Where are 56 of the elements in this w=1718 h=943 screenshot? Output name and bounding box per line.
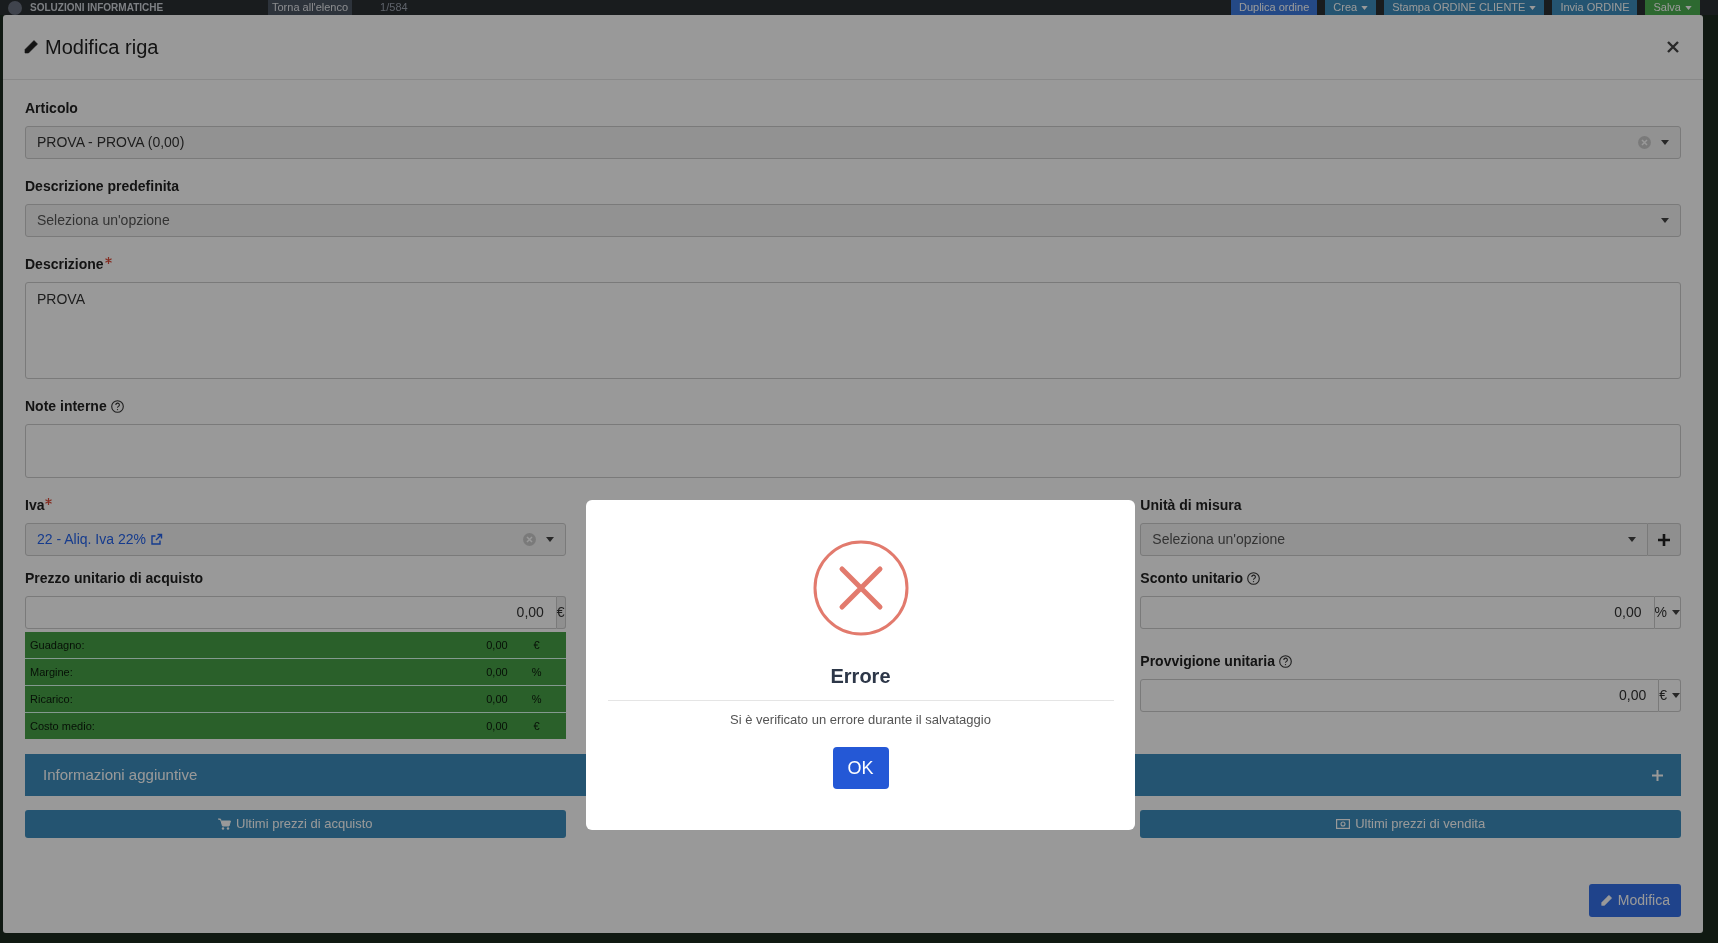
back-link[interactable]: Torna all'elenco bbox=[268, 0, 353, 15]
unit-dropdown[interactable]: % bbox=[1654, 596, 1681, 629]
margin-row: Costo medio: 0,00 € bbox=[25, 713, 566, 739]
cart-icon bbox=[218, 818, 232, 830]
caret-icon bbox=[1628, 537, 1636, 542]
field-label: Unità di misura bbox=[1140, 496, 1242, 515]
add-button[interactable] bbox=[1648, 523, 1681, 556]
external-link-icon bbox=[149, 533, 163, 546]
margin-row: Margine: 0,00 % bbox=[25, 659, 566, 685]
field-label: Note interne bbox=[25, 397, 107, 416]
toolbar-button[interactable]: Stampa ORDINE CLIENTE bbox=[1384, 0, 1545, 15]
unit-select[interactable]: Seleziona un'opzione bbox=[1140, 523, 1648, 556]
pencil-icon bbox=[1599, 894, 1613, 907]
description-field[interactable]: PROVA bbox=[25, 282, 1681, 379]
purchase-prices-button[interactable]: Ultimi prezzi di acquisto bbox=[25, 810, 566, 838]
panel-title[interactable]: Informazioni aggiuntive bbox=[43, 763, 198, 787]
commission-field[interactable]: 0,00 bbox=[1140, 679, 1660, 712]
purchase-price-field[interactable]: 0,00 bbox=[25, 596, 557, 629]
alert-message: Si è verificato un errore durante il salvataggio bbox=[730, 711, 991, 729]
field-label: Sconto unitario bbox=[1140, 569, 1243, 588]
alert-title: Errore bbox=[830, 664, 891, 688]
toolbar-button[interactable]: Crea bbox=[1325, 0, 1377, 15]
logo-icon bbox=[8, 0, 22, 15]
caret-icon bbox=[1661, 140, 1669, 145]
edit-button[interactable]: Modifica bbox=[1588, 884, 1681, 917]
field-label: Provvigione unitaria bbox=[1140, 652, 1275, 671]
banknote-icon bbox=[1336, 819, 1351, 829]
notes-field[interactable] bbox=[25, 424, 1681, 478]
currency-addon: € bbox=[556, 596, 566, 629]
caret-icon bbox=[545, 537, 554, 542]
article-select[interactable]: PROVA - PROVA (0,00) bbox=[25, 126, 1681, 159]
brand-name: SOLUZIONI INFORMATICHE bbox=[30, 1, 165, 15]
field-label: Iva bbox=[25, 496, 45, 515]
toolbar-button[interactable]: Invia ORDINE bbox=[1552, 0, 1638, 15]
discount-field[interactable]: 0,00 bbox=[1140, 596, 1655, 629]
sale-prices-button[interactable]: Ultimi prezzi di vendita bbox=[1140, 810, 1681, 838]
vat-select[interactable]: 22 - Aliq. Iva 22% bbox=[25, 523, 566, 556]
pencil-icon bbox=[23, 39, 39, 55]
field-label: Articolo bbox=[25, 99, 78, 118]
margin-row: Ricarico: 0,00 % bbox=[25, 686, 566, 712]
ok-button[interactable]: OK bbox=[832, 747, 889, 789]
unit-dropdown[interactable]: € bbox=[1659, 679, 1681, 712]
modal-title: Modifica riga bbox=[45, 35, 159, 59]
field-label: Descrizione predefinita bbox=[25, 177, 180, 196]
field-label: Prezzo unitario di acquisto bbox=[25, 569, 204, 588]
margin-row: Guadagno: 0,00 € bbox=[25, 632, 566, 658]
record-counter: 1/584 bbox=[380, 0, 408, 15]
close-icon bbox=[1667, 41, 1679, 53]
caret-icon bbox=[1661, 218, 1669, 223]
caret-icon bbox=[1672, 693, 1680, 698]
field-label: Descrizione bbox=[25, 255, 104, 274]
toolbar-button[interactable]: Duplica ordine bbox=[1230, 0, 1318, 15]
toolbar-button[interactable]: Salva bbox=[1645, 0, 1700, 15]
caret-icon bbox=[1672, 610, 1680, 615]
description-select[interactable]: Seleziona un'opzione bbox=[25, 204, 1681, 237]
plus-icon bbox=[1658, 533, 1670, 546]
